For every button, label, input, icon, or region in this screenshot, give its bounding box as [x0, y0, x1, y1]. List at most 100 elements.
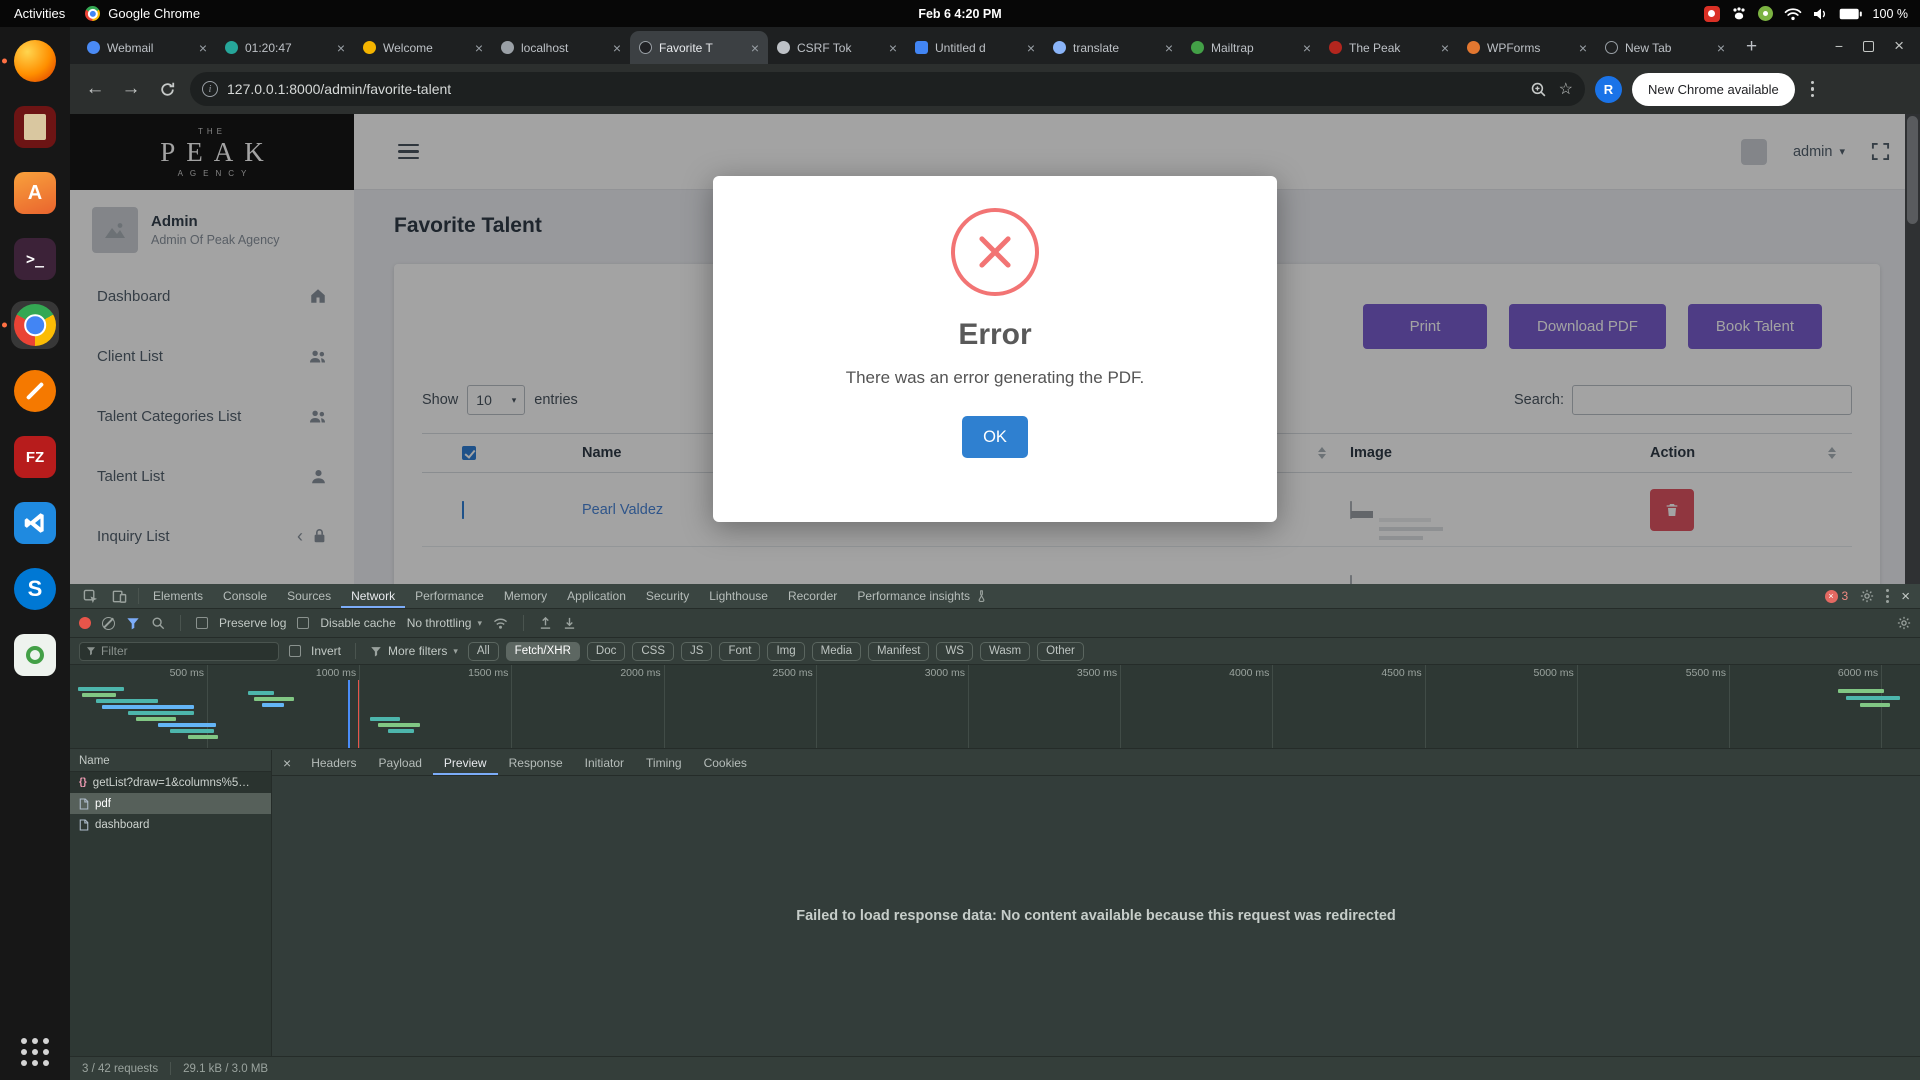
- devtools-menu-icon[interactable]: [1886, 589, 1889, 603]
- network-request-row[interactable]: dashboard: [70, 814, 271, 835]
- detail-tab-payload[interactable]: Payload: [368, 750, 433, 775]
- site-info-icon[interactable]: i: [202, 81, 218, 97]
- tab-close-icon[interactable]: ×: [1165, 41, 1173, 55]
- tab-localhost[interactable]: localhost×: [492, 31, 630, 64]
- disable-cache-checkbox[interactable]: [297, 617, 309, 629]
- tab-close-icon[interactable]: ×: [337, 41, 345, 55]
- dock-chrome-icon[interactable]: [11, 301, 59, 349]
- detail-tab-initiator[interactable]: Initiator: [574, 750, 635, 775]
- dock-filezilla-icon[interactable]: FZ: [11, 433, 59, 481]
- tab-new-tab[interactable]: New Tab×: [1596, 31, 1734, 64]
- back-button[interactable]: ←: [82, 78, 108, 100]
- wifi-icon[interactable]: [1784, 7, 1802, 21]
- preserve-log-checkbox[interactable]: [196, 617, 208, 629]
- devtools-tab-network[interactable]: Network: [341, 584, 405, 608]
- bookmark-star-icon[interactable]: ☆: [1559, 79, 1573, 99]
- tab-close-icon[interactable]: ×: [1303, 41, 1311, 55]
- activities-button[interactable]: Activities: [14, 6, 65, 21]
- reload-button[interactable]: [154, 81, 180, 98]
- devtools-tab-elements[interactable]: Elements: [143, 584, 213, 608]
- tab-close-icon[interactable]: ×: [1441, 41, 1449, 55]
- devtools-tab-sources[interactable]: Sources: [277, 584, 341, 608]
- tab-close-icon[interactable]: ×: [199, 41, 207, 55]
- devtools-tab-recorder[interactable]: Recorder: [778, 584, 847, 608]
- filter-toggle-icon[interactable]: [126, 617, 140, 630]
- devtools-close-icon[interactable]: ×: [1901, 588, 1910, 605]
- tab-untitled-doc[interactable]: Untitled d×: [906, 31, 1044, 64]
- filter-chip-js[interactable]: JS: [681, 642, 712, 661]
- window-maximize-button[interactable]: [1863, 41, 1874, 52]
- tab-close-icon[interactable]: ×: [1027, 41, 1035, 55]
- network-settings-icon[interactable]: [1897, 616, 1911, 630]
- tab-close-icon[interactable]: ×: [1579, 41, 1587, 55]
- detail-tab-timing[interactable]: Timing: [635, 750, 693, 775]
- address-bar[interactable]: i 127.0.0.1:8000/admin/favorite-talent ☆: [190, 72, 1585, 106]
- status-tray-icon[interactable]: [1758, 6, 1773, 21]
- filter-chip-fetch-xhr[interactable]: Fetch/XHR: [506, 642, 580, 661]
- network-request-row[interactable]: pdf: [70, 793, 271, 814]
- clear-network-log-button[interactable]: [102, 617, 115, 630]
- record-network-log-button[interactable]: [79, 617, 91, 629]
- window-close-button[interactable]: ×: [1894, 36, 1904, 56]
- filter-chip-img[interactable]: Img: [767, 642, 804, 661]
- forward-button[interactable]: →: [118, 78, 144, 100]
- window-minimize-button[interactable]: −: [1835, 38, 1843, 54]
- devtools-tab-memory[interactable]: Memory: [494, 584, 557, 608]
- filter-chip-css[interactable]: CSS: [632, 642, 674, 661]
- request-list-header[interactable]: Name: [70, 750, 271, 772]
- device-toolbar-icon[interactable]: [105, 589, 134, 604]
- tab-wpforms[interactable]: WPForms×: [1458, 31, 1596, 64]
- volume-icon[interactable]: [1813, 7, 1828, 21]
- inspect-element-icon[interactable]: [76, 589, 105, 604]
- tab-the-peak[interactable]: The Peak×: [1320, 31, 1458, 64]
- tab-close-icon[interactable]: ×: [1717, 41, 1725, 55]
- devtools-tab-performance-insights[interactable]: Performance insights: [847, 584, 997, 608]
- tab-close-icon[interactable]: ×: [475, 41, 483, 55]
- tab-timer[interactable]: 01:20:47×: [216, 31, 354, 64]
- devtools-tab-console[interactable]: Console: [213, 584, 277, 608]
- dock-screenshot-tool-icon[interactable]: [11, 367, 59, 415]
- invert-checkbox[interactable]: [289, 645, 301, 657]
- filter-box[interactable]: [79, 642, 279, 661]
- detail-tab-response[interactable]: Response: [498, 750, 574, 775]
- throttling-select[interactable]: No throttling ▾: [407, 616, 482, 630]
- dock-vscode-icon[interactable]: [11, 499, 59, 547]
- filter-chip-all[interactable]: All: [468, 642, 499, 661]
- dock-green-app-icon[interactable]: [11, 631, 59, 679]
- console-error-badge[interactable]: ×3: [1825, 589, 1849, 603]
- focused-app-menu[interactable]: Google Chrome: [85, 6, 200, 21]
- devtools-settings-icon[interactable]: [1860, 589, 1874, 603]
- screen-record-icon[interactable]: [1704, 6, 1720, 22]
- new-tab-button[interactable]: +: [1734, 36, 1769, 58]
- detail-tab-cookies[interactable]: Cookies: [693, 750, 758, 775]
- devtools-tab-security[interactable]: Security: [636, 584, 699, 608]
- paw-tray-icon[interactable]: [1731, 7, 1747, 21]
- filter-input[interactable]: [101, 644, 272, 658]
- ok-button[interactable]: OK: [962, 416, 1028, 458]
- chrome-update-button[interactable]: New Chrome available: [1632, 73, 1795, 106]
- export-har-icon[interactable]: [563, 616, 576, 630]
- dock-terminal-icon[interactable]: >_: [11, 235, 59, 283]
- devtools-tab-application[interactable]: Application: [557, 584, 636, 608]
- tab-close-icon[interactable]: ×: [751, 41, 759, 55]
- network-timeline[interactable]: 500 ms1000 ms1500 ms2000 ms2500 ms3000 m…: [70, 665, 1920, 749]
- filter-chip-wasm[interactable]: Wasm: [980, 642, 1030, 661]
- tab-webmail[interactable]: Webmail×: [78, 31, 216, 64]
- close-detail-icon[interactable]: ×: [274, 755, 300, 771]
- network-request-row[interactable]: {} getList?draw=1&columns%5…: [70, 772, 271, 793]
- profile-avatar[interactable]: R: [1595, 76, 1622, 103]
- devtools-tab-performance[interactable]: Performance: [405, 584, 494, 608]
- filter-chip-media[interactable]: Media: [812, 642, 861, 661]
- filter-chip-manifest[interactable]: Manifest: [868, 642, 929, 661]
- network-conditions-icon[interactable]: [493, 617, 508, 630]
- dock-document-viewer-icon[interactable]: [11, 103, 59, 151]
- more-filters-button[interactable]: More filters ▾: [370, 644, 458, 658]
- import-har-icon[interactable]: [539, 616, 552, 630]
- dock-app-store-icon[interactable]: A: [11, 169, 59, 217]
- tab-close-icon[interactable]: ×: [889, 41, 897, 55]
- devtools-tab-lighthouse[interactable]: Lighthouse: [699, 584, 778, 608]
- filter-chip-font[interactable]: Font: [719, 642, 760, 661]
- tab-translate[interactable]: translate×: [1044, 31, 1182, 64]
- tab-mailtrap[interactable]: Mailtrap×: [1182, 31, 1320, 64]
- dock-firefox-icon[interactable]: [11, 37, 59, 85]
